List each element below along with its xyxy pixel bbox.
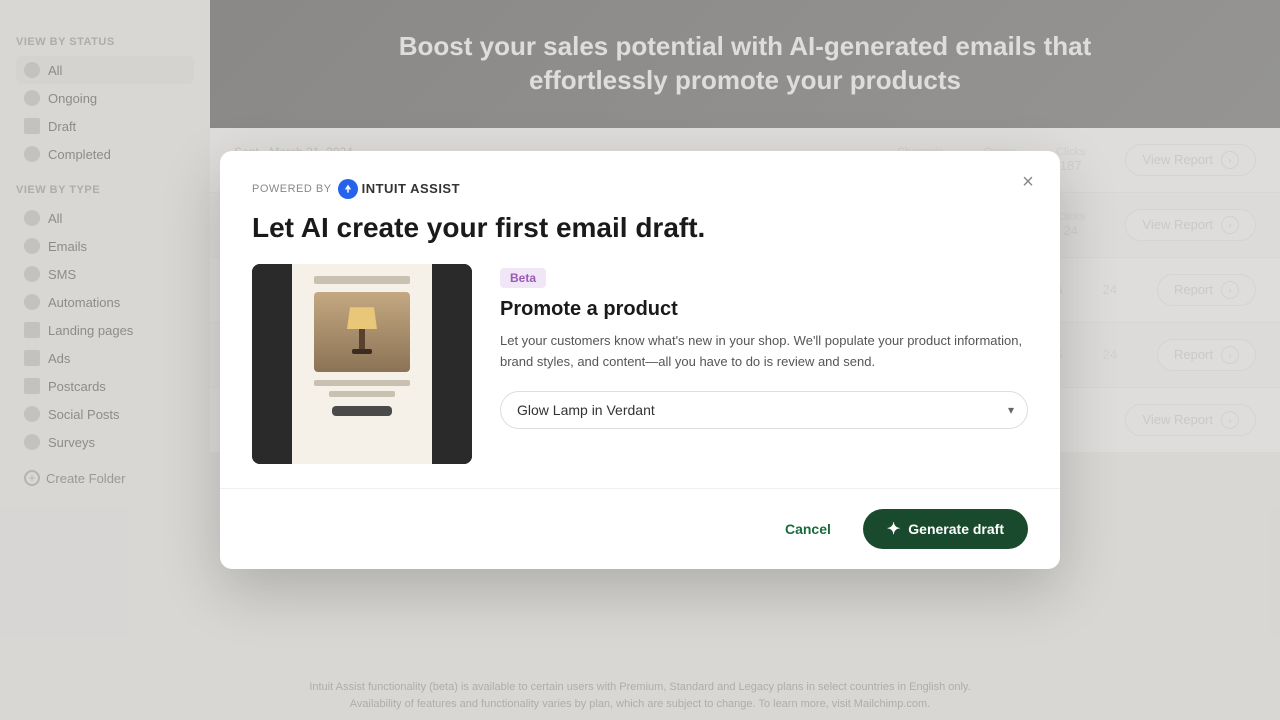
lamp-shape	[347, 307, 377, 357]
powered-by-section: POWERED BY Intuit Assist	[252, 179, 1028, 199]
cancel-button[interactable]: Cancel	[769, 513, 847, 545]
preview-content	[292, 264, 432, 464]
lamp-shade	[347, 307, 377, 329]
modal-overlay: × POWERED BY Intuit Assist Let AI create…	[0, 0, 1280, 720]
modal-body: Beta Promote a product Let your customer…	[220, 264, 1060, 464]
preview-sidebar-right	[432, 264, 472, 464]
powered-by-label: POWERED BY	[252, 183, 332, 195]
generate-label: Generate draft	[908, 521, 1004, 537]
preview-text-line-2	[329, 391, 395, 397]
preview-text-line-1	[314, 380, 410, 386]
intuit-logo: Intuit Assist	[338, 179, 460, 199]
feature-title: Promote a product	[500, 298, 1028, 321]
modal-header: POWERED BY Intuit Assist Let AI create y…	[220, 151, 1060, 265]
product-dropdown[interactable]: Glow Lamp in Verdant Classic Table Lamp …	[500, 391, 1028, 429]
modal-title: Let AI create your first email draft.	[252, 211, 1028, 245]
product-dropdown-wrapper: Glow Lamp in Verdant Classic Table Lamp …	[500, 391, 1028, 429]
intuit-icon	[338, 179, 358, 199]
feature-description: Let your customers know what's new in yo…	[500, 331, 1028, 373]
intuit-assist-label: Intuit Assist	[362, 181, 460, 196]
preview-lamp-image	[314, 292, 410, 372]
generate-draft-button[interactable]: ✦ Generate draft	[863, 509, 1028, 549]
preview-header-bar	[314, 276, 410, 284]
modal-footer: Cancel ✦ Generate draft	[220, 488, 1060, 569]
modal-right-content: Beta Promote a product Let your customer…	[500, 264, 1028, 429]
beta-badge: Beta	[500, 268, 546, 288]
lamp-base	[352, 349, 372, 354]
lamp-visual	[314, 292, 410, 372]
modal-close-button[interactable]: ×	[1012, 167, 1044, 199]
lamp-body	[359, 329, 365, 349]
preview-cta-button	[332, 406, 392, 416]
email-preview-image	[252, 264, 472, 464]
generate-icon: ✦	[887, 519, 900, 539]
ai-email-modal: × POWERED BY Intuit Assist Let AI create…	[220, 151, 1060, 570]
preview-sidebar-left	[252, 264, 292, 464]
